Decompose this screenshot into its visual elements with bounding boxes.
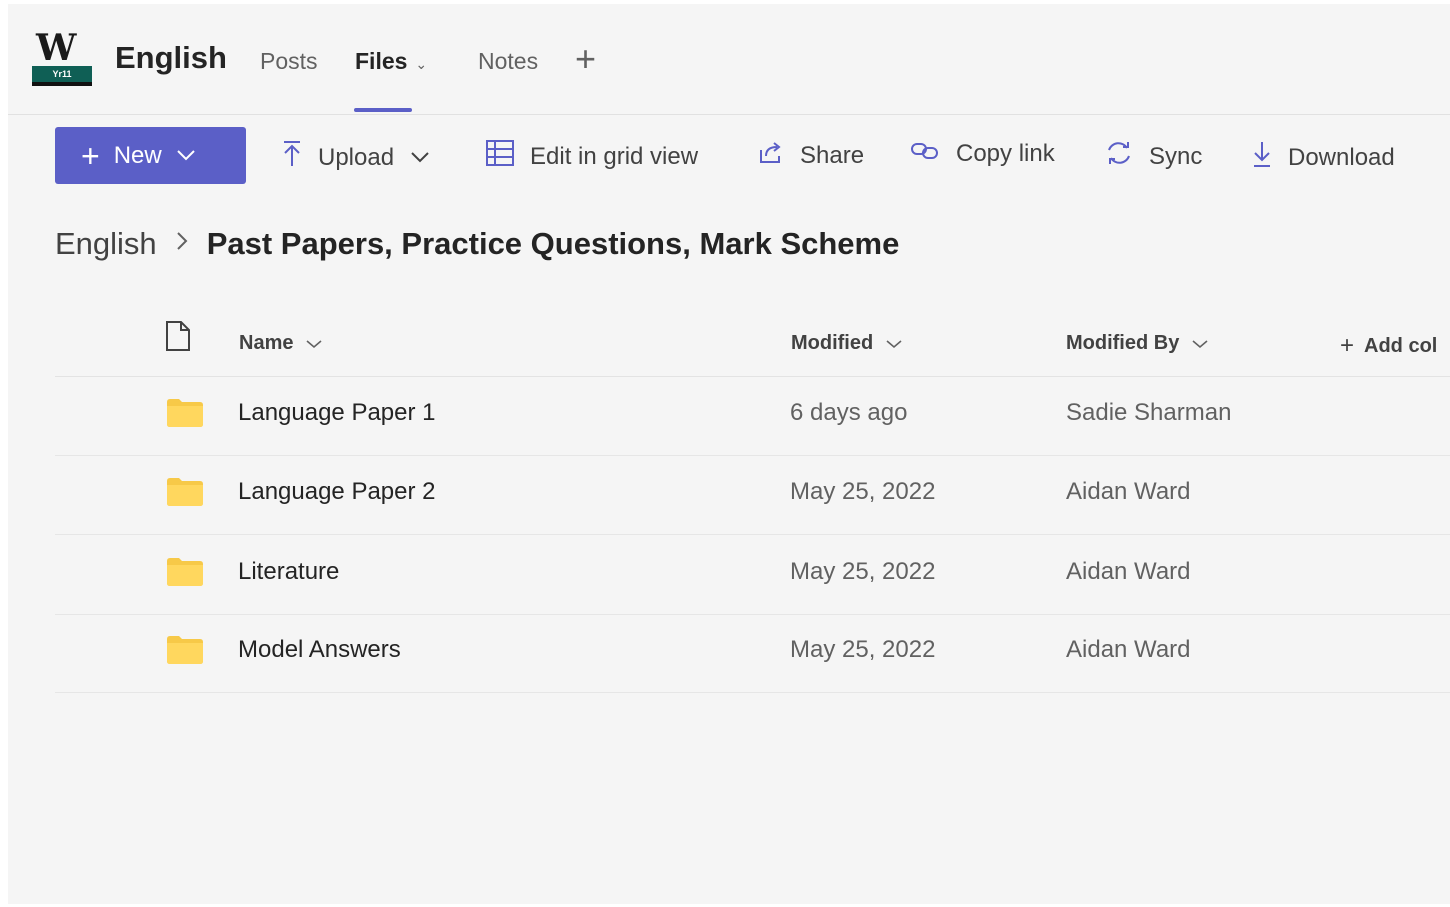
chevron-down-icon	[176, 145, 196, 166]
edit-grid-view-button[interactable]: Edit in grid view	[486, 140, 698, 173]
file-name[interactable]: Model Answers	[238, 636, 401, 664]
folder-icon	[167, 478, 203, 506]
share-icon	[758, 140, 784, 171]
breadcrumb: English Past Papers, Practice Questions,…	[55, 226, 899, 262]
table-row[interactable]: Model Answers May 25, 2022 Aidan Ward	[55, 614, 1450, 693]
modified-by: Aidan Ward	[1066, 636, 1191, 663]
folder-icon	[167, 399, 203, 427]
modified-by: Aidan Ward	[1066, 478, 1191, 505]
share-label: Share	[800, 141, 865, 169]
upload-label: Upload	[318, 143, 395, 171]
team-title: English	[115, 40, 227, 75]
tab-files[interactable]: Files ⌄	[355, 48, 427, 75]
column-header-name[interactable]: Name	[239, 332, 323, 355]
column-header-modified-by[interactable]: Modified By	[1066, 332, 1209, 355]
upload-icon	[282, 140, 302, 175]
new-label: New	[113, 141, 162, 169]
modified-date: May 25, 2022	[790, 478, 936, 505]
table-row[interactable]: Literature May 25, 2022 Aidan Ward	[55, 536, 1450, 615]
column-header-modified[interactable]: Modified	[791, 332, 903, 355]
grid-icon	[486, 140, 514, 173]
modified-date: 6 days ago	[790, 399, 908, 426]
copy-link-label: Copy link	[956, 140, 1055, 167]
logo-caption: Yr11	[52, 69, 72, 79]
chevron-down-icon: ⌄	[415, 56, 428, 72]
modified-by: Sadie Sharman	[1066, 399, 1232, 426]
download-label: Download	[1288, 143, 1395, 171]
plus-icon: +	[81, 137, 100, 174]
add-column-button[interactable]: + Add col	[1340, 332, 1437, 360]
file-name[interactable]: Language Paper 1	[238, 399, 436, 427]
chevron-down-icon	[885, 336, 903, 352]
chevron-down-icon	[410, 147, 430, 168]
document-icon[interactable]	[165, 320, 191, 352]
sync-label: Sync	[1149, 142, 1203, 170]
table-row[interactable]: Language Paper 1 6 days ago Sadie Sharma…	[55, 377, 1450, 456]
tab-posts[interactable]: Posts	[260, 48, 318, 75]
link-icon	[910, 140, 940, 168]
download-button[interactable]: Download	[1252, 140, 1395, 175]
active-tab-indicator	[354, 108, 412, 112]
file-name[interactable]: Language Paper 2	[238, 478, 436, 506]
upload-button[interactable]: Upload	[282, 140, 430, 175]
chevron-right-icon	[175, 230, 189, 259]
file-name[interactable]: Literature	[238, 558, 339, 586]
breadcrumb-root[interactable]: English	[55, 226, 157, 262]
table-header: Name Modified Modified By + Add col	[55, 314, 1450, 377]
copy-link-button[interactable]: Copy link	[910, 140, 1055, 168]
team-logo[interactable]: W Yr11	[32, 27, 92, 88]
modified-by: Aidan Ward	[1066, 558, 1191, 585]
folder-icon	[167, 558, 203, 586]
new-button[interactable]: + New	[55, 127, 246, 184]
breadcrumb-current: Past Papers, Practice Questions, Mark Sc…	[206, 226, 900, 261]
chevron-down-icon	[305, 336, 323, 352]
folder-icon	[167, 636, 203, 664]
sync-icon	[1105, 140, 1133, 173]
add-tab-button[interactable]: +	[575, 38, 596, 80]
tab-notes[interactable]: Notes	[478, 48, 538, 75]
modified-date: May 25, 2022	[790, 636, 936, 663]
plus-icon: +	[1340, 332, 1355, 359]
chevron-down-icon	[1191, 336, 1209, 352]
table-row[interactable]: Language Paper 2 May 25, 2022 Aidan Ward	[55, 456, 1450, 535]
teams-files-view: W Yr11 English Posts Files ⌄ Notes + + Ne…	[8, 4, 1450, 904]
channel-header: W Yr11 English Posts Files ⌄ Notes +	[8, 4, 1450, 115]
download-icon	[1252, 140, 1272, 175]
grid-label: Edit in grid view	[530, 142, 699, 170]
modified-date: May 25, 2022	[790, 558, 936, 585]
sync-button[interactable]: Sync	[1105, 140, 1202, 173]
logo-letter: W	[36, 27, 77, 69]
share-button[interactable]: Share	[758, 140, 864, 171]
